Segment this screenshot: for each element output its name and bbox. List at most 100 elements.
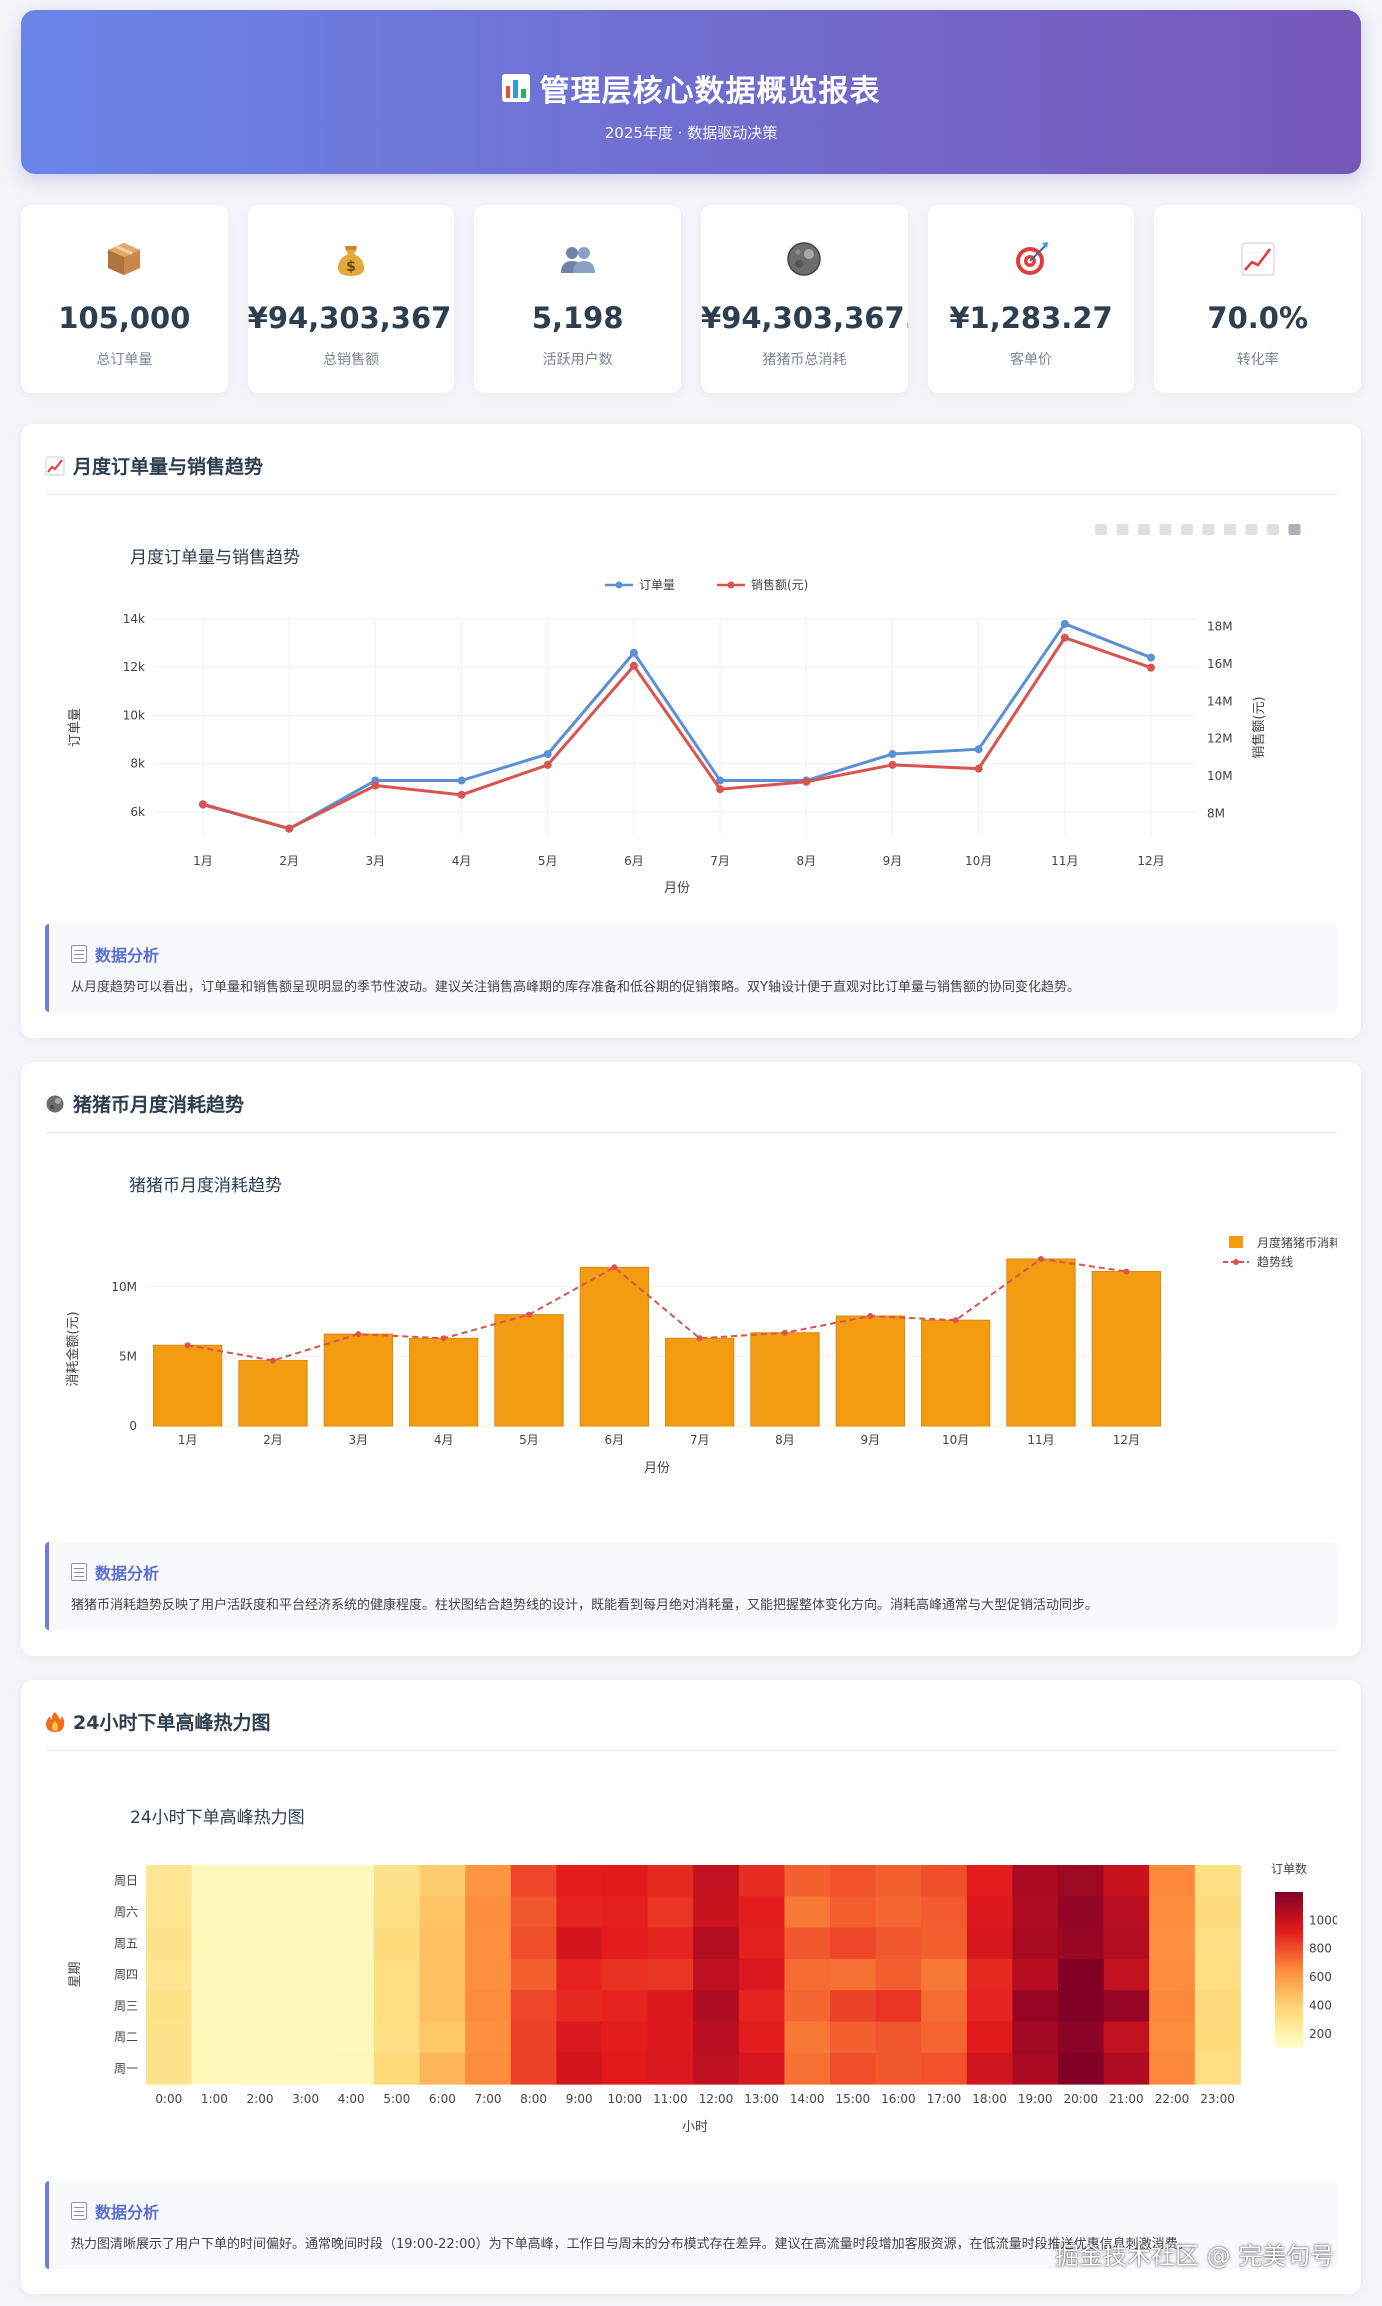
heatmap-cell <box>146 1896 193 1929</box>
svg-text:$: $ <box>346 259 356 275</box>
chart-title: 24小时下单高峰热力图 <box>130 1808 305 1828</box>
heatmap-cell <box>1058 1927 1105 1960</box>
heatmap-cell <box>1103 1927 1150 1960</box>
modebar-zoom-in-icon[interactable] <box>1202 524 1215 535</box>
heatmap-cell <box>191 1990 238 2022</box>
heatmap-cell <box>784 2052 831 2085</box>
heatmap-cell <box>1149 1927 1196 1960</box>
data-point <box>802 777 811 786</box>
x-tick-label: 16:00 <box>881 2092 916 2106</box>
heatmap-cell <box>419 1896 466 1929</box>
kpi-card-conversion-rate: 70.0% 转化率 <box>1154 205 1362 393</box>
heatmap-cell <box>510 1896 557 1929</box>
y2-tick-label: 10M <box>1207 769 1233 783</box>
x-tick-label: 13:00 <box>744 2092 779 2106</box>
modebar-zoom-icon[interactable] <box>1116 524 1129 535</box>
y-tick-label: 10M <box>111 1280 137 1294</box>
heatmap-cell <box>465 1990 512 2022</box>
heatmap-cell <box>738 2021 785 2054</box>
modebar-pan-icon[interactable] <box>1138 524 1150 535</box>
modebar-lasso-icon[interactable] <box>1181 524 1193 535</box>
y2-axis-label: 销售额(元) <box>1251 696 1267 758</box>
modebar-camera-icon[interactable] <box>1095 524 1107 535</box>
data-point <box>285 824 294 833</box>
coin-consumption-bar-chart[interactable]: 猪猪币月度消耗趋势 0 5M 10M 1月 2月 3月 4月 5月 6月 7月 8月 9月 10月 11月 1… <box>45 1142 1337 1542</box>
x-tick-label: 3:00 <box>292 2092 319 2106</box>
page-subtitle: 2025年度 · 数据驱动决策 <box>604 124 778 142</box>
y2-tick-label: 16M <box>1207 657 1233 671</box>
heatmap-cell <box>465 1958 512 1991</box>
heatmap-cell <box>1103 1865 1150 1897</box>
data-point <box>1147 663 1155 672</box>
heatmap-cell <box>738 1958 785 1991</box>
y-tick-label: 8k <box>130 757 145 771</box>
modebar-zoom-out-icon[interactable] <box>1224 524 1236 535</box>
x-tick-label: 11:00 <box>653 2092 688 2106</box>
heatmap-cell <box>830 1958 877 1991</box>
heatmap-cell <box>1058 1865 1105 1897</box>
data-point <box>888 750 897 759</box>
hourly-order-heatmap[interactable]: 24小时下单高峰热力图周日周六周五周四周三周二周一 0:00 1:00 2:00 3:0… <box>45 1760 1337 2180</box>
heatmap-cell <box>556 1927 603 1960</box>
heatmap-cell <box>374 1927 421 1960</box>
modebar-plotly-logo-icon[interactable] <box>1288 524 1301 535</box>
heatmap-cell <box>1149 1865 1196 1897</box>
heatmap-cell <box>830 1896 877 1929</box>
heatmap-cell <box>146 1927 193 1960</box>
x-tick-label: 11月 <box>1051 854 1078 868</box>
heatmap-cell <box>693 1896 740 1929</box>
x-tick-label: 9月 <box>883 854 903 868</box>
modebar-home-icon[interactable] <box>1267 524 1279 535</box>
heatmap-cell <box>419 2052 466 2085</box>
data-point <box>371 781 380 790</box>
heatmap-cell <box>374 2021 421 2054</box>
heatmap-cell <box>1194 1927 1241 1960</box>
heatmap-cell <box>647 2052 694 2085</box>
bar <box>494 1314 564 1427</box>
heatmap-cell <box>784 1896 831 1929</box>
colorbar-tick-label: 200 <box>1309 2027 1332 2041</box>
bar <box>665 1337 735 1427</box>
heatmap-cell <box>921 1865 968 1897</box>
legend-marker <box>1233 1259 1239 1265</box>
analysis-text: 从月度趋势可以看出，订单量和销售额呈现明显的季节性波动。建议关注销售高峰期的库存… <box>71 980 1080 995</box>
divider <box>45 494 1337 495</box>
y-tick-label: 周二 <box>114 2030 138 2044</box>
y-tick-label: 10k <box>123 708 145 722</box>
legend-label: 趋势线 <box>1257 1255 1293 1269</box>
heatmap-cell <box>647 2021 694 2054</box>
x-tick-label: 10月 <box>965 854 992 868</box>
analysis-heading: 数据分析 <box>95 2203 160 2222</box>
trend-point <box>952 1317 959 1324</box>
heatmap-cell <box>465 1927 512 1960</box>
x-tick-label: 1月 <box>178 1433 198 1447</box>
x-tick-label: 1月 <box>193 854 213 868</box>
heatmap-cell <box>738 1990 785 2022</box>
divider <box>45 1750 1337 1751</box>
heatmap-cell <box>1012 2021 1059 2054</box>
heatmap-cell <box>556 1896 603 1929</box>
heatmap-cell <box>966 1896 1013 1929</box>
coin-icon <box>701 239 908 279</box>
modebar-box-select-icon[interactable] <box>1159 524 1172 535</box>
orders-sales-line-chart[interactable]: 月度订单量与销售趋势订单量 销售额(元)6k8k10k12k14k8M10M12M… <box>45 504 1337 904</box>
heatmap-cell <box>282 1896 329 1929</box>
users-icon <box>474 239 681 279</box>
y-tick-label: 周日 <box>114 1874 138 1888</box>
modebar-autoscale-icon[interactable] <box>1245 524 1258 535</box>
fire-icon <box>46 1711 65 1732</box>
heatmap-cell <box>1058 1896 1105 1929</box>
heatmap-cell <box>784 1927 831 1960</box>
heatmap-cell <box>602 1896 649 1929</box>
heatmap-cell <box>738 2052 785 2085</box>
heatmap-cell <box>1103 1958 1150 1991</box>
data-point <box>629 648 638 657</box>
kpi-label: 总订单量 <box>96 352 153 368</box>
heatmap-cell <box>830 1865 877 1897</box>
heatmap-cell <box>146 1990 193 2022</box>
heatmap-cell <box>875 1927 922 1960</box>
analysis-text: 猪猪币消耗趋势反映了用户活跃度和平台经济系统的健康程度。柱状图结合趋势线的设计，… <box>71 1598 1099 1613</box>
data-point <box>199 800 207 809</box>
x-tick-label: 6月 <box>624 854 644 868</box>
heatmap-cell <box>1194 2021 1241 2054</box>
